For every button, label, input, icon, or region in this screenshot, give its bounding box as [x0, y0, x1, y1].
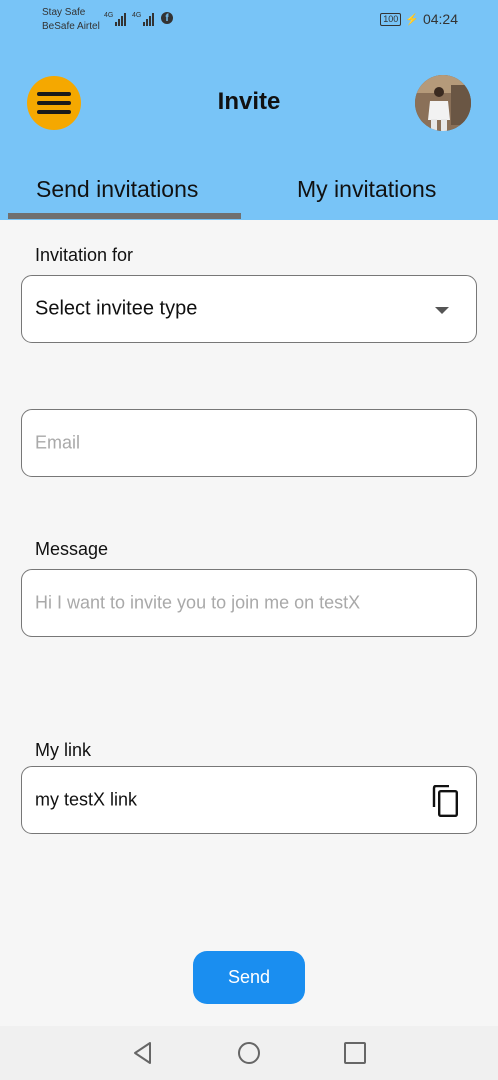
signal-icon: 4G: [104, 12, 127, 26]
status-bar: Stay Safe BeSafe Airtel 4G 4G f 100 ⚡ 04…: [0, 0, 498, 36]
invitee-type-select[interactable]: Select invitee type: [21, 275, 477, 343]
status-time: 04:24: [422, 11, 458, 27]
charging-icon: ⚡: [405, 13, 419, 26]
active-tab-indicator: [8, 213, 241, 219]
tab-send-invitations[interactable]: Send invitations: [36, 176, 198, 203]
facebook-icon: f: [161, 12, 173, 24]
message-placeholder: Hi I want to invite you to join me on te…: [35, 592, 361, 613]
message-label: Message: [35, 539, 109, 559]
app-header: Stay Safe BeSafe Airtel 4G 4G f 100 ⚡ 04…: [0, 0, 498, 220]
home-circle-icon[interactable]: [236, 1040, 262, 1066]
send-button[interactable]: Send: [193, 951, 305, 1004]
my-link-field: my testX link: [21, 766, 477, 834]
carrier-line-2: BeSafe Airtel: [42, 21, 100, 32]
network-type-2: 4G: [132, 12, 142, 19]
status-right: 100 ⚡ 04:24: [380, 11, 458, 27]
user-avatar[interactable]: [415, 75, 471, 131]
recents-square-icon[interactable]: [342, 1040, 368, 1066]
back-triangle-icon[interactable]: [130, 1040, 156, 1066]
my-link-label: My link: [35, 740, 92, 760]
invitation-for-label: Invitation for: [35, 245, 134, 265]
carrier-info: Stay Safe BeSafe Airtel: [42, 6, 100, 34]
my-link-value: my testX link: [35, 789, 138, 810]
network-type-1: 4G: [104, 12, 114, 19]
signal-icon: 4G: [132, 12, 155, 26]
email-placeholder: Email: [35, 432, 81, 453]
invitee-type-value: Select invitee type: [35, 297, 198, 320]
system-nav-bar: [0, 1026, 498, 1080]
tab-my-invitations[interactable]: My invitations: [297, 176, 436, 203]
battery-icon: 100: [380, 12, 402, 26]
message-field[interactable]: Hi I want to invite you to join me on te…: [21, 569, 477, 637]
dropdown-arrow-icon: [435, 307, 449, 314]
copy-icon[interactable]: [431, 785, 459, 817]
carrier-line-1: Stay Safe: [42, 7, 86, 18]
email-field[interactable]: Email: [21, 409, 477, 477]
